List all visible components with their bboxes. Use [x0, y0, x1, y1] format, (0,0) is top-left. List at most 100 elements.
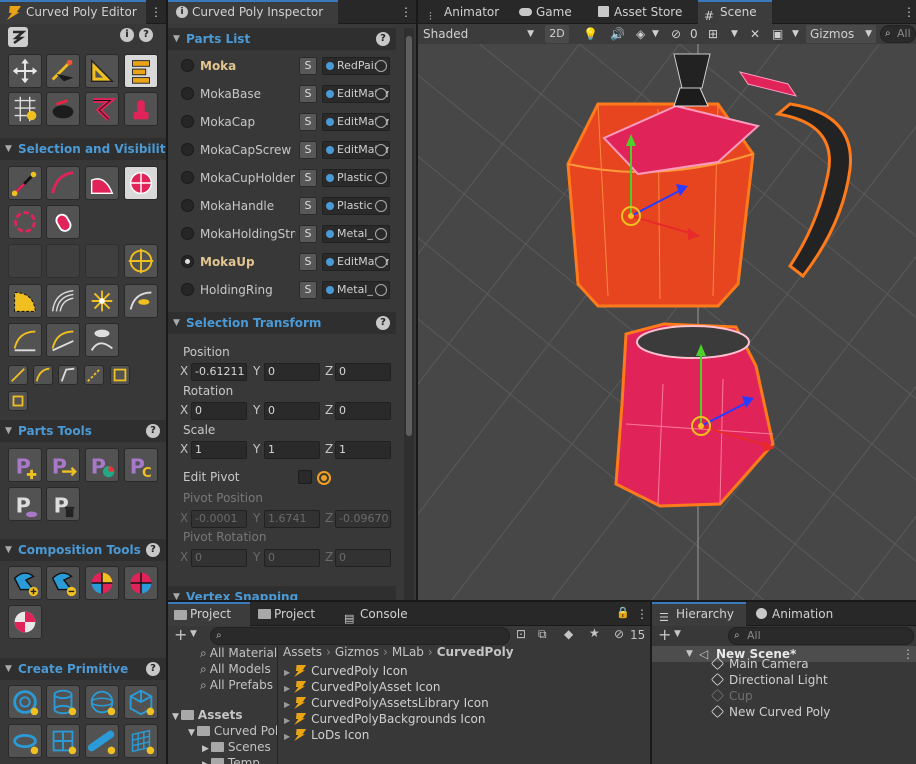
gizmos-dropdown[interactable]: Gizmos ▼: [806, 25, 876, 43]
select-curve-button[interactable]: [46, 166, 80, 200]
hierarchy-search-field[interactable]: ⌕ All: [728, 627, 914, 645]
camera-icon[interactable]: ▣: [772, 24, 783, 44]
pivot-target-icon[interactable]: [317, 471, 331, 485]
create-grid-button[interactable]: [124, 724, 158, 758]
grid-snap-tool-button[interactable]: [8, 92, 42, 126]
section-selection-transform[interactable]: ▼ Selection Transform ?: [168, 312, 396, 334]
tab-menu-icon[interactable]: ⋮: [903, 5, 915, 19]
file-item[interactable]: ▶ CurvedPoly Icon: [284, 663, 408, 679]
part-select-radio[interactable]: [181, 115, 194, 128]
part-select-radio[interactable]: [181, 171, 194, 184]
object-picker-icon[interactable]: [375, 116, 387, 128]
section-parts-tools[interactable]: ▼ Parts Tools ?: [0, 420, 166, 442]
info-icon[interactable]: i: [120, 28, 134, 42]
help-icon[interactable]: ?: [146, 424, 160, 438]
move-tool-button[interactable]: [8, 54, 42, 88]
part-row[interactable]: MokaCapScrew S EditMaterial: [172, 136, 394, 164]
shading-mode-dropdown[interactable]: Shaded ▼: [420, 25, 538, 43]
object-picker-icon[interactable]: [375, 144, 387, 156]
hierarchy-item-cup[interactable]: Cup: [710, 688, 753, 704]
compose-quad-alt-button[interactable]: [124, 566, 158, 600]
help-icon[interactable]: ?: [139, 28, 153, 42]
favorite-all-prefabs[interactable]: ⌕ All Prefabs: [200, 678, 273, 693]
tree-assets[interactable]: ▼ Assets: [172, 708, 243, 722]
select-edge-button[interactable]: [8, 166, 42, 200]
file-item[interactable]: ▶ CurvedPolyAssetsLibrary Icon: [284, 695, 489, 711]
create-torus-button[interactable]: [8, 685, 42, 719]
hidden-objects-icon[interactable]: ⊘: [671, 24, 681, 44]
effects-toggle-icon[interactable]: ◈: [636, 24, 645, 44]
curve-eye-button[interactable]: [85, 323, 119, 357]
create-chevron-down-icon[interactable]: ▼: [190, 629, 197, 639]
object-picker-icon[interactable]: [375, 256, 387, 268]
tab-project-2[interactable]: Project: [252, 602, 334, 626]
select-cylinder-button[interactable]: [46, 205, 80, 239]
inspector-scroll-thumb[interactable]: [406, 36, 412, 436]
dashed-handle-button[interactable]: [84, 365, 104, 385]
file-item[interactable]: ▶ CurvedPolyAsset Icon: [284, 679, 440, 695]
favorite-all-models[interactable]: ⌕ All Models: [200, 662, 271, 677]
create-plus-button[interactable]: +: [174, 626, 187, 644]
arc-select-button[interactable]: [46, 284, 80, 318]
section-selection-visibility[interactable]: ▼ Selection and Visibility: [0, 138, 166, 160]
object-picker-icon[interactable]: [375, 88, 387, 100]
frame-small-button[interactable]: [8, 391, 28, 411]
create-cube-button[interactable]: [124, 685, 158, 719]
compose-add-button[interactable]: [8, 566, 42, 600]
part-row[interactable]: MokaUp S EditMaterial: [172, 248, 394, 276]
select-patch-button[interactable]: [85, 166, 119, 200]
breadcrumb-assets[interactable]: Assets: [283, 645, 322, 659]
label-tag-icon[interactable]: ◆: [564, 627, 573, 641]
tab-menu-icon[interactable]: ⋮: [636, 607, 648, 621]
tab-asset-store[interactable]: Asset Store: [592, 0, 700, 24]
position-x-field[interactable]: -0.61211: [191, 363, 247, 381]
breadcrumb-curvedpoly[interactable]: CurvedPoly: [437, 645, 514, 659]
position-y-field[interactable]: 0: [264, 363, 320, 381]
part-s-button[interactable]: S: [299, 85, 317, 103]
frame-handle-button[interactable]: [110, 365, 130, 385]
favorite-all-materials[interactable]: ⌕ All Materials: [200, 646, 277, 661]
part-material-field[interactable]: Plastic: [322, 169, 390, 187]
scale-x-field[interactable]: 1: [191, 441, 247, 459]
breadcrumb-mlab[interactable]: MLab: [392, 645, 424, 659]
scene-search-field[interactable]: ⌕ All: [880, 25, 916, 43]
curve-cut-button[interactable]: [8, 323, 42, 357]
part-color-button[interactable]: P: [85, 448, 119, 482]
eye-curve-button[interactable]: [124, 284, 158, 318]
part-material-field[interactable]: Plastic: [322, 197, 390, 215]
rotation-y-field[interactable]: 0: [264, 402, 320, 420]
object-picker-icon[interactable]: [375, 284, 387, 296]
audio-toggle-icon[interactable]: 🔊: [610, 24, 625, 44]
tab-console[interactable]: ▤ Console: [338, 602, 428, 626]
tree-curved-poly[interactable]: ▼Curved Poly: [188, 724, 277, 738]
tab-game[interactable]: Game: [514, 0, 588, 24]
part-material-field[interactable]: EditMaterial: [322, 141, 390, 159]
select-all-button[interactable]: [124, 166, 158, 200]
create-disc-button[interactable]: [8, 724, 42, 758]
part-select-radio[interactable]: [181, 143, 194, 156]
create-cylinder-button[interactable]: [46, 685, 80, 719]
hidden-packages-icon[interactable]: ⊘: [614, 627, 624, 641]
rotation-z-field[interactable]: 0: [335, 402, 391, 420]
object-picker-icon[interactable]: [375, 60, 387, 72]
part-copy-button[interactable]: PC: [124, 448, 158, 482]
part-merge-button[interactable]: P: [8, 487, 42, 521]
grid-chevron-down-icon[interactable]: ▼: [731, 24, 738, 44]
camera-chevron-down-icon[interactable]: ▼: [792, 24, 799, 44]
part-row[interactable]: MokaHoldingStructureS Metal_: [172, 220, 394, 248]
corner-handle-button[interactable]: [58, 365, 78, 385]
part-add-button[interactable]: P: [8, 448, 42, 482]
section-vertex-snapping[interactable]: ▼ Vertex Snapping: [168, 586, 396, 600]
part-row[interactable]: Moka S RedPaint: [172, 52, 394, 80]
tab-hierarchy[interactable]: ☰ Hierarchy: [652, 602, 746, 626]
bend-tool-button[interactable]: [85, 92, 119, 126]
object-picker-icon[interactable]: [375, 172, 387, 184]
tree-scenes[interactable]: ▶ Scenes: [202, 740, 271, 754]
part-s-button[interactable]: S: [299, 113, 317, 131]
hide-unselected-button[interactable]: [46, 244, 80, 278]
create-chevron-down-icon[interactable]: ▼: [674, 629, 681, 639]
transform-tool-button[interactable]: [46, 54, 80, 88]
measure-tool-button[interactable]: [85, 54, 119, 88]
breadcrumb-gizmos[interactable]: Gizmos: [335, 645, 379, 659]
section-parts-list[interactable]: ▼ Parts List ?: [168, 28, 396, 50]
